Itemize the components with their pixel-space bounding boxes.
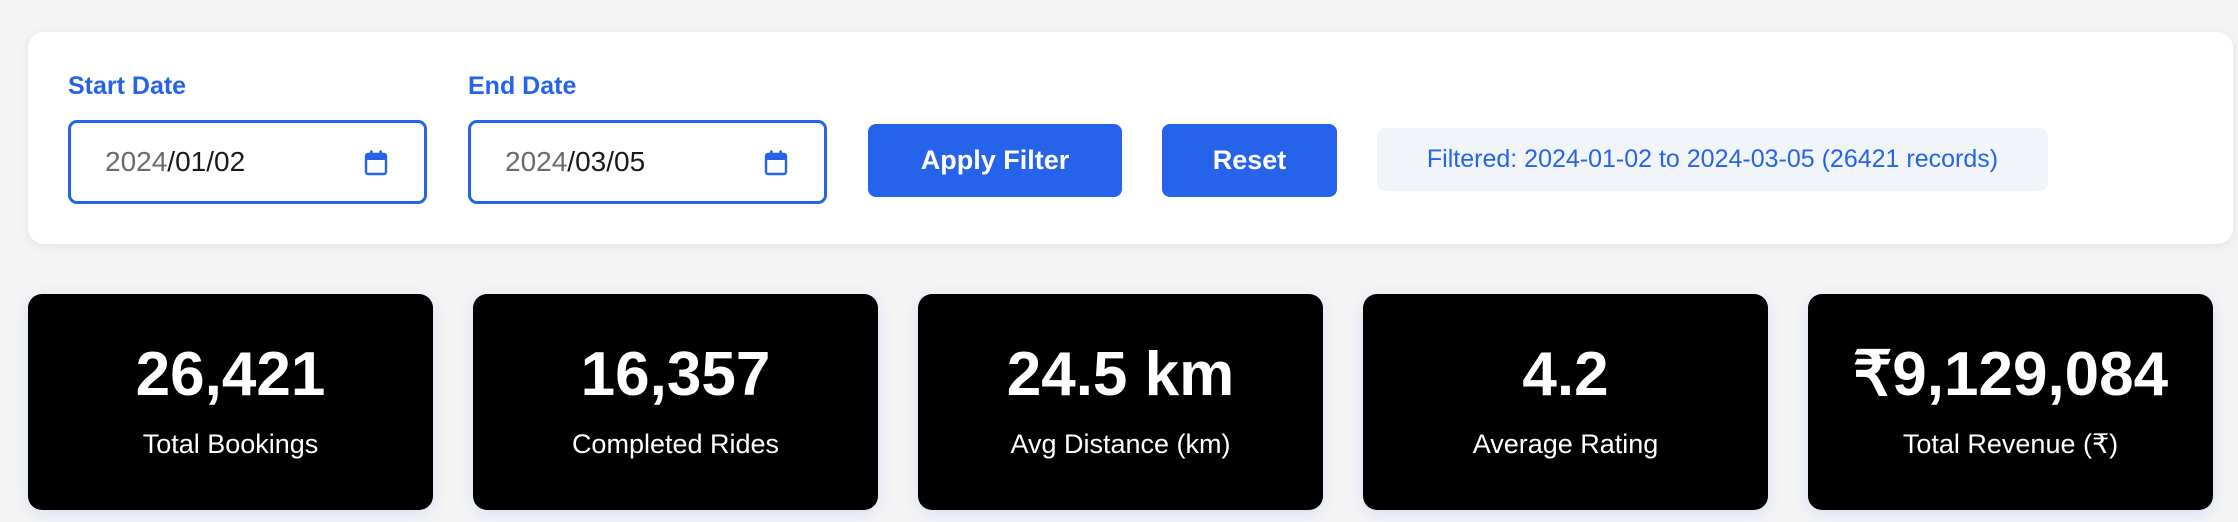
end-date-field: End Date	[468, 72, 576, 102]
stat-label: Avg Distance (km)	[1010, 429, 1231, 459]
start-date-month-day: /01/02	[167, 146, 246, 177]
stat-value: ₹9,129,084	[1852, 340, 2169, 409]
stat-label: Total Bookings	[142, 429, 319, 459]
end-date-label: End Date	[468, 72, 577, 100]
start-date-field: Start Date	[68, 72, 186, 102]
stat-label: Total Revenue (₹)	[1902, 429, 2119, 459]
apply-filter-button[interactable]: Apply Filter	[868, 124, 1122, 197]
stat-value: 24.5 km	[1006, 340, 1235, 409]
reset-button[interactable]: Reset	[1162, 124, 1337, 197]
stat-label: Average Rating	[1472, 429, 1659, 459]
start-date-input[interactable]: 2024/01/02	[68, 120, 427, 204]
stat-card-completed-rides: 16,357 Completed Rides	[473, 294, 878, 510]
stat-label: Completed Rides	[571, 429, 780, 459]
calendar-icon[interactable]	[364, 150, 388, 176]
end-date-year: 2024	[505, 146, 568, 177]
calendar-icon[interactable]	[764, 150, 788, 176]
stat-card-average-rating: 4.2 Average Rating	[1363, 294, 1768, 510]
stat-card-total-revenue: ₹9,129,084 Total Revenue (₹)	[1808, 294, 2213, 510]
stat-value: 16,357	[580, 340, 771, 409]
date-filter-panel: Start Date 2024/01/02 End Date 2024/03/0…	[28, 32, 2233, 244]
stat-card-avg-distance: 24.5 km Avg Distance (km)	[918, 294, 1323, 510]
start-date-year: 2024	[105, 146, 168, 177]
stat-card-total-bookings: 26,421 Total Bookings	[28, 294, 433, 510]
end-date-input[interactable]: 2024/03/05	[468, 120, 827, 204]
end-date-month-day: /03/05	[567, 146, 646, 177]
stat-value: 4.2	[1522, 340, 1609, 409]
stat-value: 26,421	[135, 340, 326, 409]
start-date-label: Start Date	[68, 72, 187, 100]
filter-status-text: Filtered: 2024-01-02 to 2024-03-05 (2642…	[1377, 128, 2048, 191]
